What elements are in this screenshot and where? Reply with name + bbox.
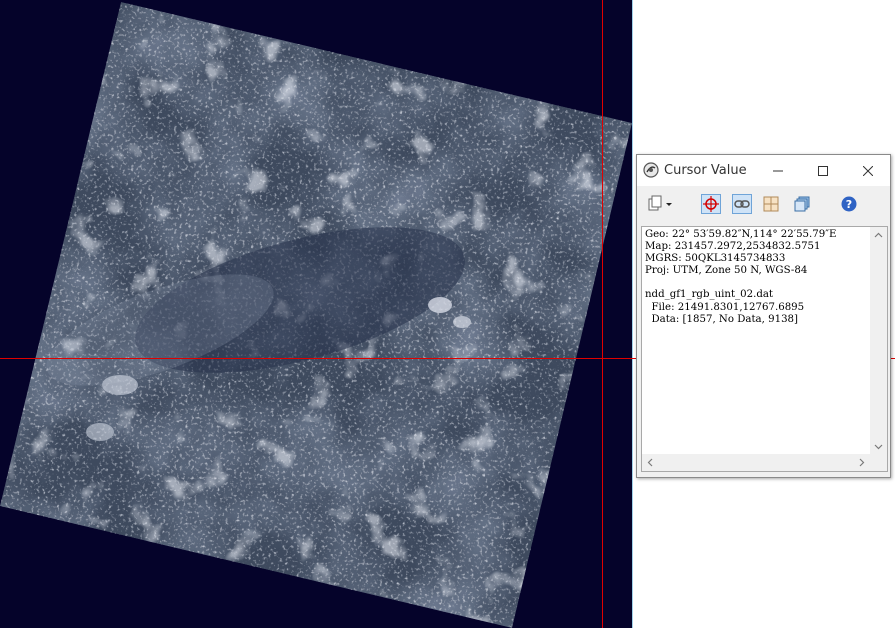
minimize-icon[interactable] bbox=[755, 155, 800, 186]
mgrs-coordinates: MGRS: 50QKL3145734833 bbox=[645, 253, 786, 265]
cursor-value-dialog[interactable]: Cursor Value ? Geo: 22° 53′59.82″N,114° … bbox=[636, 154, 891, 478]
close-icon[interactable] bbox=[845, 155, 890, 186]
help-icon[interactable]: ? bbox=[839, 194, 859, 214]
geo-coordinates: Geo: 22° 53′59.82″N,114° 22′55.79″E bbox=[645, 229, 837, 240]
layers-icon[interactable] bbox=[792, 194, 812, 214]
viewer-border bbox=[632, 0, 633, 628]
cursor-value-readout[interactable]: Geo: 22° 53′59.82″N,114° 22′55.79″E Map:… bbox=[641, 226, 888, 472]
image-viewer[interactable] bbox=[0, 0, 632, 628]
map-coordinates: Map: 231457.2972,2534832.5751 bbox=[645, 241, 821, 253]
vertical-scrollbar[interactable] bbox=[870, 227, 887, 455]
maximize-icon[interactable] bbox=[800, 155, 845, 186]
svg-text:?: ? bbox=[846, 198, 852, 211]
scroll-up-icon[interactable] bbox=[874, 231, 883, 240]
horizontal-scrollbar[interactable] bbox=[642, 454, 870, 471]
scroll-left-icon[interactable] bbox=[646, 458, 655, 467]
link-icon[interactable] bbox=[732, 194, 752, 214]
export-menu-icon[interactable] bbox=[645, 194, 675, 214]
crosshair-icon[interactable] bbox=[701, 194, 721, 214]
scrollbar-corner bbox=[870, 454, 887, 471]
file-name: ndd_gf1_rgb_uint_02.dat bbox=[645, 289, 774, 301]
satellite-image[interactable] bbox=[0, 0, 632, 628]
readout-text: Geo: 22° 53′59.82″N,114° 22′55.79″E Map:… bbox=[645, 229, 836, 326]
title-bar[interactable]: Cursor Value bbox=[637, 155, 890, 186]
cursor-value-app-icon bbox=[643, 162, 659, 178]
projection: Proj: UTM, Zone 50 N, WGS-84 bbox=[645, 265, 808, 277]
toolbar: ? bbox=[637, 186, 890, 222]
scroll-right-icon[interactable] bbox=[857, 458, 866, 467]
window-title: Cursor Value bbox=[664, 163, 747, 178]
cursor-crosshair-vertical bbox=[602, 0, 603, 628]
scroll-down-icon[interactable] bbox=[874, 442, 883, 451]
data-values: Data: [1857, No Data, 9138] bbox=[645, 313, 799, 325]
file-pixel-coordinates: File: 21491.8301,12767.6895 bbox=[645, 301, 805, 313]
grid-icon[interactable] bbox=[761, 194, 781, 214]
scene-footprint bbox=[0, 2, 632, 628]
